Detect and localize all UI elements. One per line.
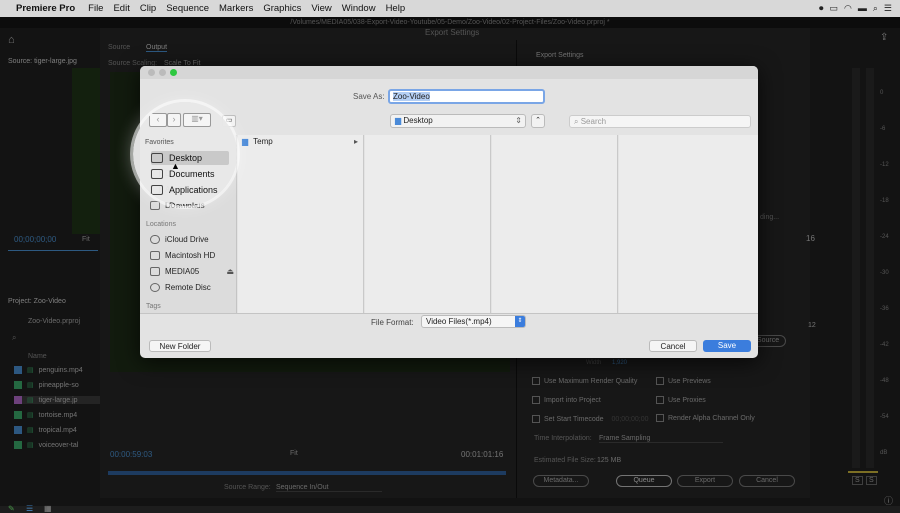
chevron-updown-icon: ⇕	[515, 116, 522, 125]
zoom-spotlight: ‹ › ▥▾ Favorites Desktop Documents Appli…	[133, 102, 237, 206]
menu-tray: ⏺ ▭ ◠ ▬ ⌕ ☰	[819, 3, 892, 14]
window-title: /Volumes/MEDIA05/038-Export-Video-Youtub…	[0, 17, 900, 28]
search-placeholder: Search	[580, 117, 607, 126]
display-icon[interactable]: ▭	[830, 3, 839, 14]
folder-icon: ▆	[395, 116, 402, 125]
dialog-divider	[140, 313, 758, 314]
save-button[interactable]: Save	[703, 340, 751, 352]
menu-help[interactable]: Help	[381, 3, 411, 14]
sidebar-item-downloads[interactable]: Downloads	[151, 199, 229, 206]
menu-graphics[interactable]: Graphics	[258, 3, 306, 14]
chevron-updown-icon: ⇕	[515, 316, 525, 327]
disk-icon	[150, 251, 160, 260]
new-folder-button[interactable]: New Folder	[149, 340, 211, 352]
search-field-icon: ⌕	[574, 117, 579, 126]
browser-column-4	[619, 135, 758, 313]
menu-edit[interactable]: Edit	[108, 3, 134, 14]
location-select[interactable]: ▆ Desktop ⇕	[390, 114, 526, 128]
record-icon[interactable]: ⏺	[819, 3, 824, 14]
view-mode-icon[interactable]: ▥▾	[183, 113, 211, 127]
location-value: Desktop	[403, 116, 433, 125]
sidebar-item-macintosh-hd[interactable]: Macintosh HD	[150, 249, 234, 262]
cloud-icon	[150, 235, 160, 244]
save-as-label: Save As:	[353, 92, 385, 101]
expand-toggle-icon[interactable]: ⌃	[531, 114, 545, 128]
sidebar-item-label: MEDIA05	[165, 267, 200, 276]
forward-icon[interactable]: ›	[167, 113, 181, 127]
close-button[interactable]	[148, 69, 155, 76]
sidebar-item-label: Remote Disc	[165, 283, 211, 292]
sidebar-item-media05[interactable]: MEDIA05 ⏏	[150, 265, 234, 278]
chevron-right-icon: ▸	[353, 137, 358, 146]
menu-window[interactable]: Window	[337, 3, 381, 14]
save-as-field[interactable]: Zoo-Video	[388, 89, 545, 104]
menu-view[interactable]: View	[306, 3, 336, 14]
locations-header: Locations	[146, 221, 176, 228]
zoom-button[interactable]	[170, 69, 177, 76]
menu-clip[interactable]: Clip	[135, 3, 161, 14]
sidebar-item-label: Applications	[169, 185, 218, 195]
desktop-icon	[151, 153, 163, 163]
sidebar-item-applications[interactable]: Applications	[151, 183, 229, 197]
browser-column-1: ▆ Temp ▸	[238, 135, 364, 313]
save-as-value: Zoo-Video	[393, 92, 430, 101]
downloads-icon	[151, 201, 163, 206]
app-menu[interactable]: Premiere Pro	[10, 3, 83, 14]
back-icon[interactable]: ‹	[149, 113, 167, 127]
tags-header: Tags	[146, 303, 161, 310]
sidebar-item-label: Macintosh HD	[165, 251, 216, 260]
file-format-label: File Format:	[371, 318, 414, 327]
file-format-select[interactable]: Video Files(*.mp4) ⇕	[421, 315, 526, 328]
folder-row-temp[interactable]: ▆ Temp ▸	[242, 137, 358, 146]
file-format-value: Video Files(*.mp4)	[426, 317, 492, 326]
save-dialog: Save As: Zoo-Video ‹ › ▥▾ ▭ ▆ Desktop⇕ ⌃…	[140, 66, 758, 358]
favorites-header: Favorites	[145, 139, 174, 146]
dialog-titlebar	[140, 66, 758, 79]
search-icon[interactable]: ⌕	[873, 3, 878, 14]
browser-column-2	[365, 135, 491, 313]
mouse-cursor-icon: ▲	[171, 161, 180, 171]
sidebar-item-desktop[interactable]: Desktop	[151, 151, 229, 165]
menu-sequence[interactable]: Sequence	[161, 3, 214, 14]
minimize-button[interactable]	[159, 69, 166, 76]
folder-icon: ▆	[242, 137, 249, 146]
browser-column-3	[492, 135, 618, 313]
applications-icon	[151, 185, 163, 195]
menu-list-icon[interactable]: ☰	[884, 3, 892, 14]
menu-file[interactable]: File	[83, 3, 108, 14]
sidebar-item-label: Downloads	[169, 201, 214, 206]
cancel-button[interactable]: Cancel	[649, 340, 697, 352]
sidebar-item-documents[interactable]: Documents	[151, 167, 229, 181]
sidebar-item-icloud[interactable]: iCloud Drive	[150, 233, 234, 246]
folder-name: Temp	[253, 137, 273, 146]
sidebar-item-remote-disc[interactable]: Remote Disc	[150, 281, 234, 294]
battery-icon[interactable]: ▬	[858, 3, 867, 14]
wifi-icon[interactable]: ◠	[844, 3, 852, 14]
sidebar-item-label: iCloud Drive	[165, 235, 209, 244]
disk-icon	[150, 267, 160, 276]
eject-icon[interactable]: ⏏	[226, 267, 234, 276]
menu-markers[interactable]: Markers	[214, 3, 258, 14]
documents-icon	[151, 169, 163, 179]
menu-bar: Premiere Pro File Edit Clip Sequence Mar…	[0, 0, 900, 17]
disc-icon	[150, 283, 160, 292]
search-field[interactable]: ⌕ Search	[569, 115, 751, 128]
